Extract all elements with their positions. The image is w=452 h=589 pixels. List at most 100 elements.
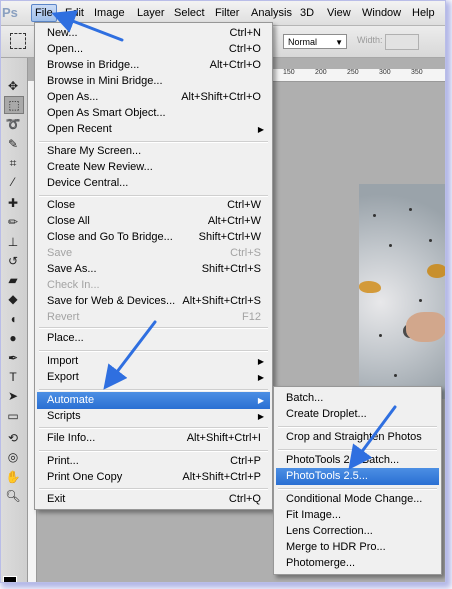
menu-item-label: Merge to HDR Pro... [286,541,386,553]
menu-item-print[interactable]: Print... Ctrl+P [37,453,270,470]
menu-item-label: Share My Screen... [47,145,142,157]
menu-item-close-all[interactable]: Close All Alt+Ctrl+W [37,213,270,230]
type-tool-icon[interactable]: T [4,369,22,385]
width-input[interactable] [385,34,419,50]
menu-item-new[interactable]: New... Ctrl+N [37,25,270,42]
menu-item-label: Create New Review... [47,161,153,173]
menu-separator [278,449,437,451]
menu-item-file-info[interactable]: File Info... Alt+Shift+Ctrl+I [37,430,270,447]
menu-help[interactable]: Help [409,4,438,22]
menu-item-open-as-smart-object[interactable]: Open As Smart Object... [37,105,270,122]
wall-bolt [394,374,397,377]
menu-separator [39,350,268,352]
menu-item-scripts[interactable]: Scripts ▶ [37,408,270,425]
eraser-tool-icon[interactable]: ▰ [4,272,22,288]
menu-separator [39,427,268,429]
brush-tool-icon[interactable]: ✏ [4,214,22,230]
menu-item-photomerge[interactable]: Photomerge... [276,555,439,572]
path-selection-tool-icon[interactable]: ➤ [4,388,22,404]
marquee-tool-icon[interactable]: ⬚ [4,96,24,114]
dodge-tool-icon[interactable]: ● [4,330,22,346]
menu-item-label: Photomerge... [286,557,356,569]
menu-analysis[interactable]: Analysis [248,4,295,22]
submenu-arrow-icon: ▶ [257,125,264,134]
menu-edit[interactable]: Edit [62,4,87,22]
menu-item-close-and-go-to-bridge[interactable]: Close and Go To Bridge... Shift+Ctrl+W [37,229,270,246]
menu-image[interactable]: Image [91,4,128,22]
menu-item-save-for-web[interactable]: Save for Web & Devices... Alt+Shift+Ctrl+… [37,293,270,310]
menu-item-share-my-screen[interactable]: Share My Screen... [37,143,270,160]
hand-tool-icon[interactable]: ✋ [4,469,22,485]
menu-item-phototools[interactable]: PhotoTools 2.5... [276,468,439,485]
blur-tool-icon[interactable]: ◖ [4,311,22,327]
menu-item-label: Export [47,371,79,383]
menu-item-print-one-copy[interactable]: Print One Copy Alt+Shift+Ctrl+P [37,469,270,486]
menu-layer[interactable]: Layer [134,4,168,22]
wall-bolt [429,239,432,242]
menu-item-shortcut: Alt+Shift+Ctrl+S [182,295,261,307]
menu-item-batch[interactable]: Batch... [276,390,439,407]
crop-tool-icon[interactable]: ⌗ [4,155,22,171]
3d-orbit-tool-icon[interactable]: ◎ [4,449,22,465]
menu-item-import[interactable]: Import ▶ [37,353,270,370]
menu-item-open-recent[interactable]: Open Recent ▶ [37,121,270,138]
ruler-label: 350 [411,69,423,76]
menu-item-lens-correction[interactable]: Lens Correction... [276,523,439,540]
menu-filter[interactable]: Filter [212,4,242,22]
menu-item-label: Open... [47,43,84,55]
style-select[interactable]: Normal ▼ [283,34,347,49]
menu-item-phototools-batch[interactable]: PhotoTools 2.5 Batch... [276,452,439,469]
menu-item-place[interactable]: Place... [37,330,270,347]
move-tool-icon[interactable]: ✥ [4,78,22,94]
menu-3d[interactable]: 3D [297,4,317,22]
healing-brush-tool-icon[interactable]: ✚ [4,195,22,211]
menu-item-label: Save [47,247,73,259]
clone-stamp-tool-icon[interactable]: ⊥ [4,234,22,250]
foreground-color-swatch[interactable] [3,576,17,582]
eyedropper-tool-icon[interactable]: ⁄ [4,174,22,190]
menu-item-label: Device Central... [47,177,129,189]
menu-window[interactable]: Window [359,4,404,22]
menu-item-browse-in-bridge[interactable]: Browse in Bridge... Alt+Ctrl+O [37,57,270,74]
zoom-tool-icon[interactable]: 🔍︎ [4,488,22,504]
menu-item-device-central[interactable]: Device Central... [37,175,270,192]
menu-item-create-new-review[interactable]: Create New Review... [37,159,270,176]
menu-item-export[interactable]: Export ▶ [37,369,270,386]
menu-item-browse-in-mini-bridge[interactable]: Browse in Mini Bridge... [37,73,270,90]
menu-item-label: Crop and Straighten Photos [286,431,422,443]
menu-item-fit-image[interactable]: Fit Image... [276,507,439,524]
menu-item-label: Create Droplet... [286,408,367,420]
menu-item-crop-and-straighten[interactable]: Crop and Straighten Photos [276,429,439,446]
menu-item-label: Browse in Bridge... [47,59,140,71]
menu-item-create-droplet[interactable]: Create Droplet... [276,406,439,423]
menu-item-label: Browse in Mini Bridge... [47,75,163,87]
menu-file[interactable]: File [31,4,57,22]
menu-view[interactable]: View [324,4,354,22]
menu-item-close[interactable]: Close Ctrl+W [37,197,270,214]
menu-item-conditional-mode-change[interactable]: Conditional Mode Change... [276,491,439,508]
menu-item-open[interactable]: Open... Ctrl+O [37,41,270,58]
wall-bolt [389,244,392,247]
3d-rotate-tool-icon[interactable]: ⟲ [4,430,22,446]
lasso-tool-icon[interactable]: ➰ [4,116,22,132]
menu-item-label: Scripts [47,410,81,422]
menu-separator [39,450,268,452]
menu-separator [39,488,268,490]
automate-submenu: Batch... Create Droplet... Crop and Stra… [273,386,442,575]
rectangular-marquee-icon[interactable] [10,33,26,49]
menu-item-merge-to-hdr-pro[interactable]: Merge to HDR Pro... [276,539,439,556]
menu-item-label: Print One Copy [47,471,123,483]
menu-item-exit[interactable]: Exit Ctrl+Q [37,491,270,508]
menu-item-shortcut: Ctrl+W [227,199,261,211]
menu-item-label: File Info... [47,432,96,444]
menu-select[interactable]: Select [171,4,208,22]
rectangle-tool-icon[interactable]: ▭ [4,408,22,424]
quick-selection-tool-icon[interactable]: ✎ [4,136,22,152]
wall-bolt [419,299,422,302]
menu-item-save-as[interactable]: Save As... Shift+Ctrl+S [37,261,270,278]
history-brush-tool-icon[interactable]: ↺ [4,253,22,269]
pen-tool-icon[interactable]: ✒ [4,350,22,366]
menu-item-automate[interactable]: Automate ▶ [37,392,270,409]
paint-bucket-tool-icon[interactable]: ◆ [4,291,22,307]
menu-item-open-as[interactable]: Open As... Alt+Shift+Ctrl+O [37,89,270,106]
